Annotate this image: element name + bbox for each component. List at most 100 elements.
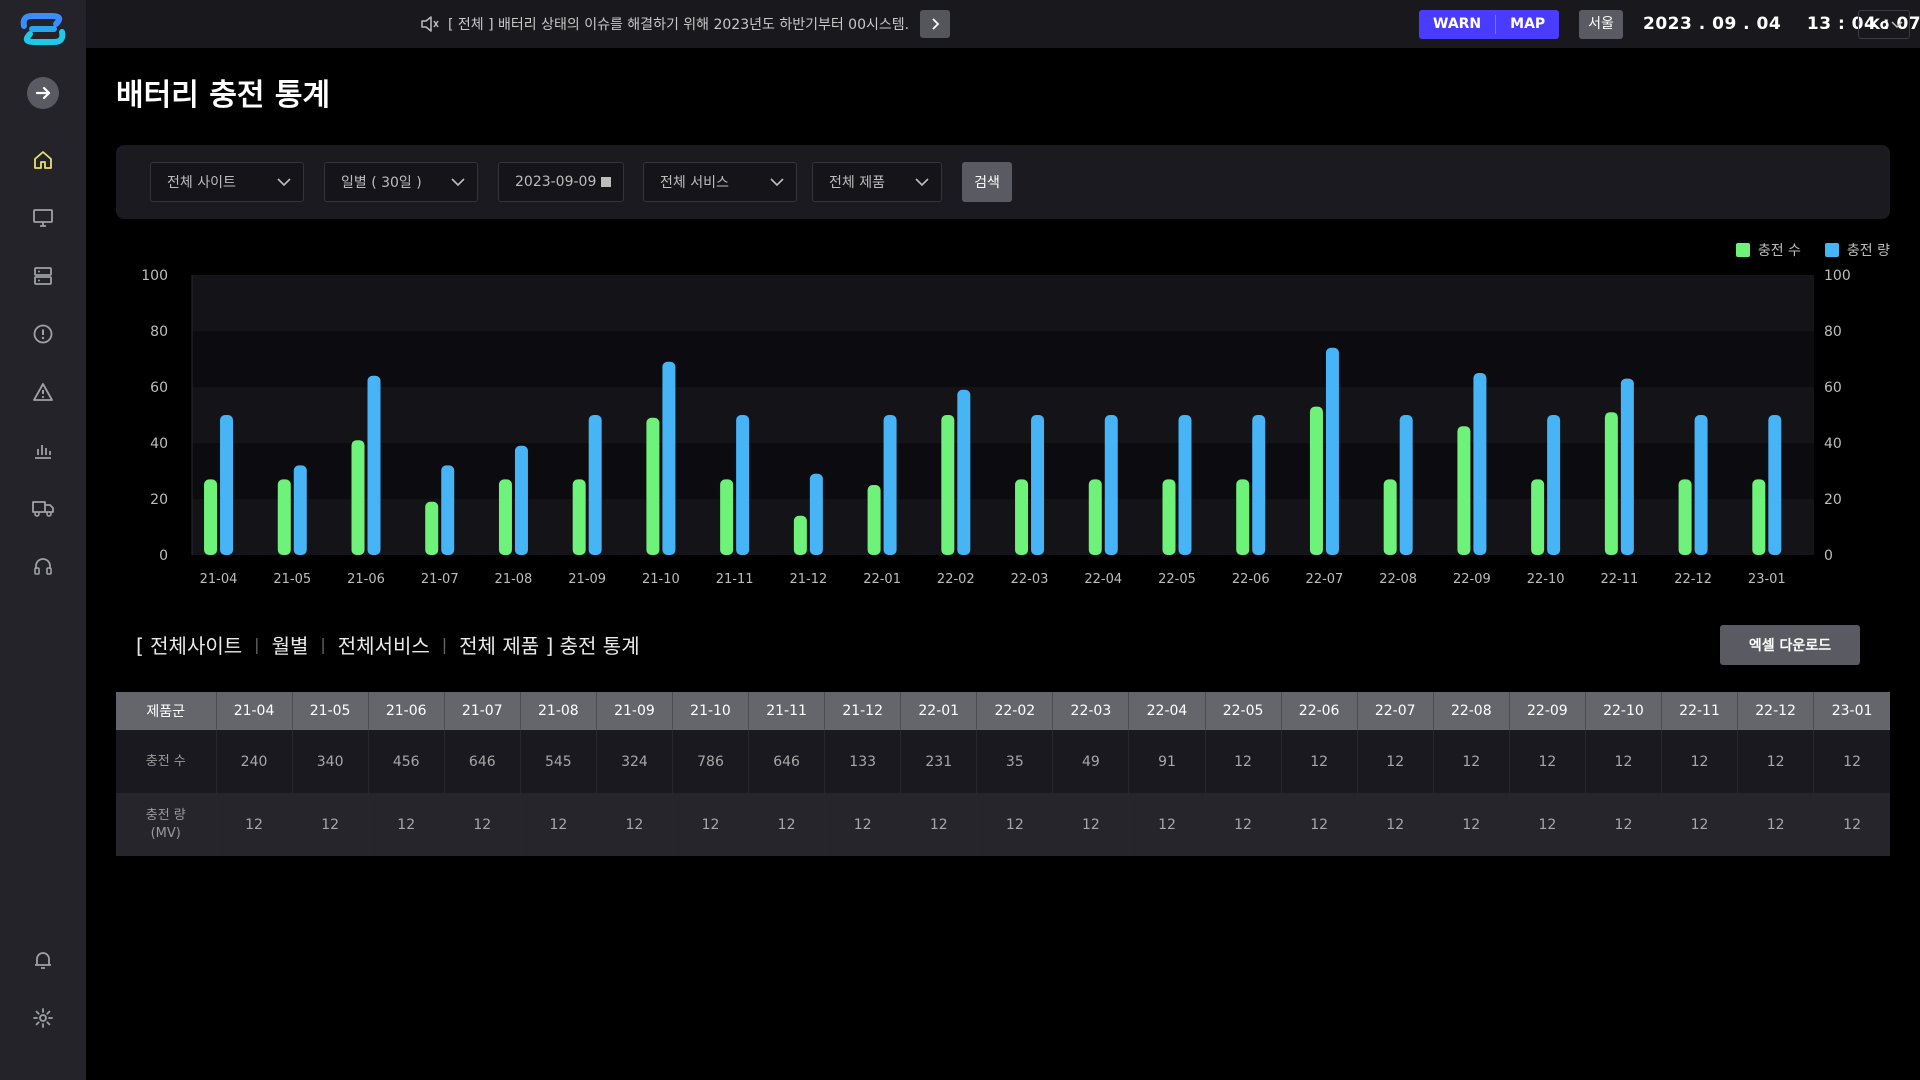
bar-charge-count[interactable] [867,485,881,555]
site-select[interactable]: 전체 사이트 [150,162,304,202]
date-picker[interactable]: 2023-09-09 [498,162,624,202]
product-select[interactable]: 전체 제품 [812,162,942,202]
x-tick-label: 22-12 [1674,572,1712,587]
bar-charge-count[interactable] [277,479,291,555]
bar-charge-amount[interactable] [883,415,897,555]
bar-charge-count[interactable] [1162,479,1176,555]
period-select[interactable]: 일별 ( 30일 ) [324,162,478,202]
bar-charge-count[interactable] [1236,479,1250,555]
x-tick-label: 22-06 [1232,572,1270,587]
table-cell: 12 [748,793,826,856]
table-cell: 12 [1433,730,1510,793]
period-select-value: 일별 ( 30일 ) [341,175,422,191]
sidebar-item-statistics[interactable] [28,435,58,465]
language-select[interactable]: Ko [1858,10,1910,39]
legend-item-count[interactable]: 충전 수 [1735,240,1801,260]
service-select[interactable]: 전체 서비스 [643,162,797,202]
table-cell: 12 [976,793,1054,856]
bar-charge-count[interactable] [793,515,807,555]
bar-charge-amount[interactable] [1325,347,1339,555]
expand-sidebar-button[interactable] [27,77,59,109]
bar-charge-count[interactable] [498,479,512,555]
stats-table: 제품군 21-04 21-05 21-06 21-07 21-08 21-09 21-10 2… [116,692,1890,856]
sidebar-item-delivery[interactable] [28,493,58,523]
bar-charge-amount[interactable] [1694,415,1708,555]
table-cell: 240 [216,730,293,793]
bar-charge-count[interactable] [1604,412,1618,555]
bar-charge-amount[interactable] [367,375,381,555]
bar-charge-amount[interactable] [1547,415,1561,555]
bar-charge-count[interactable] [720,479,734,555]
bar-charge-amount[interactable] [1178,415,1192,555]
legend-item-amount[interactable]: 충전 량 [1824,240,1890,260]
sidebar-notifications-button[interactable] [28,945,58,975]
table-header-cell: 22-01 [900,692,978,730]
bar-charge-amount[interactable] [1104,415,1118,555]
warn-map-toggle[interactable]: WARN MAP [1419,10,1560,39]
bar-charge-count[interactable] [1678,479,1692,555]
sidebar-item-support[interactable] [28,551,58,581]
bar-charge-amount[interactable] [1768,415,1782,555]
legend-swatch-amount [1824,243,1839,257]
region-badge[interactable]: 서울 [1579,10,1623,39]
bar-charge-count[interactable] [204,479,218,555]
bar-charge-count[interactable] [1531,479,1545,555]
sidebar-item-server[interactable] [28,261,58,291]
service-select-value: 전체 서비스 [660,175,729,191]
bar-charge-amount[interactable] [1620,378,1634,555]
bar-charge-amount[interactable] [1473,373,1487,555]
bar-charge-amount[interactable] [293,465,307,555]
chevron-down-icon [451,177,465,186]
notice-ticker[interactable]: [ 전체 ] 배터리 상태의 이슈를 해결하기 위해 2023년도 하반기부터 … [420,0,908,48]
bar-charge-amount[interactable] [662,361,676,555]
search-button[interactable]: 검색 [962,162,1012,202]
bar-charge-count[interactable] [1752,479,1766,555]
bar-charge-count[interactable] [1309,406,1323,555]
table-cell: 12 [1281,730,1358,793]
warn-button[interactable]: WARN [1419,10,1495,39]
app-logo[interactable] [20,12,66,46]
sidebar-item-monitor[interactable] [28,203,58,233]
y-tick-label-left: 0 [159,548,168,564]
bar-charge-count[interactable] [1015,479,1029,555]
bar-charge-amount[interactable] [1252,415,1266,555]
bar-charge-amount[interactable] [514,445,528,555]
sidebar-settings-button[interactable] [28,1003,58,1033]
bar-charge-count[interactable] [572,479,586,555]
excel-download-button[interactable]: 엑셀 다운로드 [1720,625,1860,665]
bar-charge-count[interactable] [1088,479,1102,555]
bell-icon [35,952,51,969]
bar-charge-amount[interactable] [957,389,971,555]
sidebar-item-alert[interactable] [28,319,58,349]
bar-charge-amount[interactable] [1031,415,1045,555]
site-select-value: 전체 사이트 [167,175,236,191]
table-cell: 12 [368,793,445,856]
bar-charge-count[interactable] [1383,479,1397,555]
x-tick-label: 22-11 [1600,572,1638,587]
bar-charge-amount[interactable] [220,415,234,555]
bar-charge-amount[interactable] [809,473,823,555]
y-tick-label-right: 100 [1824,268,1851,284]
sidebar-item-home[interactable] [28,145,58,175]
bar-charge-count[interactable] [425,501,439,555]
sidebar [0,0,86,1080]
bar-charge-count[interactable] [351,440,365,555]
bar-charge-amount[interactable] [441,465,455,555]
notice-next-button[interactable] [920,10,950,38]
bar-charge-count[interactable] [646,417,660,555]
table-cell: 12 [1661,793,1739,856]
x-tick-label: 22-04 [1084,572,1122,587]
table-header-cell: 21-08 [520,692,597,730]
bar-charge-count[interactable] [1457,426,1471,555]
bar-charge-amount[interactable] [1399,415,1413,555]
bar-charge-count[interactable] [941,415,955,555]
sidebar-item-warning[interactable] [28,377,58,407]
bar-charge-amount[interactable] [588,415,602,555]
table-header-cell: 21-10 [672,692,750,730]
table-cell: 12 [1205,730,1282,793]
table-cell: 12 [596,793,673,856]
map-button[interactable]: MAP [1496,10,1559,39]
bar-charge-amount[interactable] [736,415,750,555]
calendar-icon [601,177,611,187]
truck-icon [32,501,54,517]
